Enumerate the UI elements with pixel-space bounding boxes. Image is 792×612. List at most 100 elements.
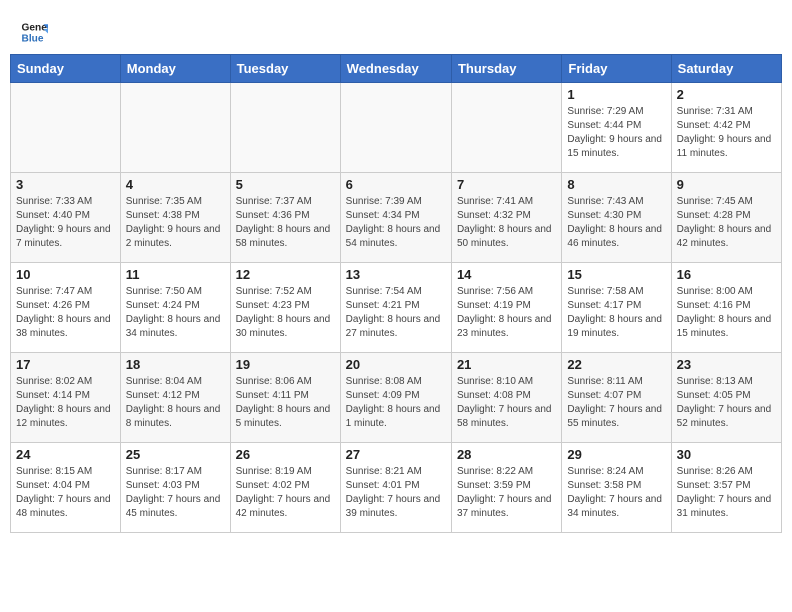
calendar-cell: 5 Sunrise: 7:37 AM Sunset: 4:36 PM Daylig… xyxy=(230,173,340,263)
day-number: 7 xyxy=(457,177,556,192)
calendar-cell: 8 Sunrise: 7:43 AM Sunset: 4:30 PM Daylig… xyxy=(562,173,671,263)
day-info: Sunrise: 7:37 AM Sunset: 4:36 PM Dayligh… xyxy=(236,195,335,251)
calendar-cell: 12 Sunrise: 7:52 AM Sunset: 4:23 PM Dayli… xyxy=(230,263,340,353)
logo-icon: General Blue xyxy=(20,18,48,46)
day-info: Sunrise: 8:17 AM Sunset: 4:03 PM Dayligh… xyxy=(126,465,225,521)
day-info: Sunrise: 8:24 AM Sunset: 3:58 PM Dayligh… xyxy=(567,465,665,521)
day-info: Sunrise: 7:33 AM Sunset: 4:40 PM Dayligh… xyxy=(16,195,115,251)
day-info: Sunrise: 8:00 AM Sunset: 4:16 PM Dayligh… xyxy=(677,285,776,341)
calendar-week-5: 24 Sunrise: 8:15 AM Sunset: 4:04 PM Dayli… xyxy=(11,443,782,533)
day-number: 11 xyxy=(126,267,225,282)
day-info: Sunrise: 8:10 AM Sunset: 4:08 PM Dayligh… xyxy=(457,375,556,431)
day-info: Sunrise: 7:52 AM Sunset: 4:23 PM Dayligh… xyxy=(236,285,335,341)
page-header: General Blue xyxy=(10,10,782,46)
day-info: Sunrise: 8:04 AM Sunset: 4:12 PM Dayligh… xyxy=(126,375,225,431)
day-info: Sunrise: 8:02 AM Sunset: 4:14 PM Dayligh… xyxy=(16,375,115,431)
calendar-cell: 25Sunrise: 8:17 AM Sunset: 4:03 PM Dayli… xyxy=(120,443,230,533)
calendar-cell xyxy=(230,83,340,173)
calendar-cell: 26 Sunrise: 8:19 AM Sunset: 4:02 PM Dayli… xyxy=(230,443,340,533)
calendar-cell: 29 Sunrise: 8:24 AM Sunset: 3:58 PM Dayli… xyxy=(562,443,671,533)
day-info: Sunrise: 7:31 AM Sunset: 4:42 PM Dayligh… xyxy=(677,105,776,161)
calendar-cell: 11 Sunrise: 7:50 AM Sunset: 4:24 PM Dayli… xyxy=(120,263,230,353)
day-number: 23 xyxy=(677,357,776,372)
logo: General Blue xyxy=(20,18,52,46)
day-info: Sunrise: 8:06 AM Sunset: 4:11 PM Dayligh… xyxy=(236,375,335,431)
svg-text:General: General xyxy=(22,22,48,33)
calendar-cell: 14 Sunrise: 7:56 AM Sunset: 4:19 PM Dayli… xyxy=(451,263,561,353)
day-info: Sunrise: 8:26 AM Sunset: 3:57 PM Dayligh… xyxy=(677,465,776,521)
svg-text:Blue: Blue xyxy=(22,33,44,44)
calendar-table: SundayMondayTuesdayWednesdayThursdayFrid… xyxy=(10,54,782,533)
calendar-header-row: SundayMondayTuesdayWednesdayThursdayFrid… xyxy=(11,55,782,83)
day-info: Sunrise: 7:47 AM Sunset: 4:26 PM Dayligh… xyxy=(16,285,115,341)
calendar-cell: 17 Sunrise: 8:02 AM Sunset: 4:14 PM Dayli… xyxy=(11,353,121,443)
day-number: 15 xyxy=(567,267,665,282)
day-info: Sunrise: 7:35 AM Sunset: 4:38 PM Dayligh… xyxy=(126,195,225,251)
calendar-cell xyxy=(340,83,451,173)
calendar-week-3: 10 Sunrise: 7:47 AM Sunset: 4:26 PM Dayli… xyxy=(11,263,782,353)
calendar-cell: 19Sunrise: 8:06 AM Sunset: 4:11 PM Dayli… xyxy=(230,353,340,443)
day-number: 5 xyxy=(236,177,335,192)
day-number: 16 xyxy=(677,267,776,282)
day-number: 1 xyxy=(567,87,665,102)
day-number: 30 xyxy=(677,447,776,462)
calendar-cell: 6 Sunrise: 7:39 AM Sunset: 4:34 PM Daylig… xyxy=(340,173,451,263)
day-number: 26 xyxy=(236,447,335,462)
calendar-cell: 24 Sunrise: 8:15 AM Sunset: 4:04 PM Dayli… xyxy=(11,443,121,533)
day-info: Sunrise: 7:50 AM Sunset: 4:24 PM Dayligh… xyxy=(126,285,225,341)
calendar-cell: 21 Sunrise: 8:10 AM Sunset: 4:08 PM Dayli… xyxy=(451,353,561,443)
day-number: 20 xyxy=(346,357,446,372)
day-header-wednesday: Wednesday xyxy=(340,55,451,83)
day-number: 12 xyxy=(236,267,335,282)
day-info: Sunrise: 8:13 AM Sunset: 4:05 PM Dayligh… xyxy=(677,375,776,431)
day-info: Sunrise: 8:15 AM Sunset: 4:04 PM Dayligh… xyxy=(16,465,115,521)
calendar-cell xyxy=(11,83,121,173)
day-info: Sunrise: 7:56 AM Sunset: 4:19 PM Dayligh… xyxy=(457,285,556,341)
day-number: 21 xyxy=(457,357,556,372)
calendar-cell xyxy=(451,83,561,173)
day-number: 24 xyxy=(16,447,115,462)
day-header-sunday: Sunday xyxy=(11,55,121,83)
day-number: 14 xyxy=(457,267,556,282)
day-info: Sunrise: 7:45 AM Sunset: 4:28 PM Dayligh… xyxy=(677,195,776,251)
day-number: 2 xyxy=(677,87,776,102)
calendar-cell: 23 Sunrise: 8:13 AM Sunset: 4:05 PM Dayli… xyxy=(671,353,781,443)
calendar-cell: 22Sunrise: 8:11 AM Sunset: 4:07 PM Dayli… xyxy=(562,353,671,443)
day-number: 3 xyxy=(16,177,115,192)
day-header-saturday: Saturday xyxy=(671,55,781,83)
day-info: Sunrise: 7:41 AM Sunset: 4:32 PM Dayligh… xyxy=(457,195,556,251)
day-info: Sunrise: 8:08 AM Sunset: 4:09 PM Dayligh… xyxy=(346,375,446,431)
calendar-week-1: 1 Sunrise: 7:29 AM Sunset: 4:44 PM Daylig… xyxy=(11,83,782,173)
calendar-cell: 13Sunrise: 7:54 AM Sunset: 4:21 PM Dayli… xyxy=(340,263,451,353)
day-number: 10 xyxy=(16,267,115,282)
day-number: 6 xyxy=(346,177,446,192)
calendar-cell: 4 Sunrise: 7:35 AM Sunset: 4:38 PM Daylig… xyxy=(120,173,230,263)
day-header-monday: Monday xyxy=(120,55,230,83)
calendar-week-4: 17 Sunrise: 8:02 AM Sunset: 4:14 PM Dayli… xyxy=(11,353,782,443)
calendar-cell: 28Sunrise: 8:22 AM Sunset: 3:59 PM Dayli… xyxy=(451,443,561,533)
day-number: 17 xyxy=(16,357,115,372)
calendar-cell: 30 Sunrise: 8:26 AM Sunset: 3:57 PM Dayli… xyxy=(671,443,781,533)
calendar-cell: 1 Sunrise: 7:29 AM Sunset: 4:44 PM Daylig… xyxy=(562,83,671,173)
day-info: Sunrise: 7:39 AM Sunset: 4:34 PM Dayligh… xyxy=(346,195,446,251)
calendar-cell: 10 Sunrise: 7:47 AM Sunset: 4:26 PM Dayli… xyxy=(11,263,121,353)
day-info: Sunrise: 7:58 AM Sunset: 4:17 PM Dayligh… xyxy=(567,285,665,341)
calendar-cell: 7 Sunrise: 7:41 AM Sunset: 4:32 PM Daylig… xyxy=(451,173,561,263)
day-info: Sunrise: 7:43 AM Sunset: 4:30 PM Dayligh… xyxy=(567,195,665,251)
day-number: 18 xyxy=(126,357,225,372)
day-info: Sunrise: 8:19 AM Sunset: 4:02 PM Dayligh… xyxy=(236,465,335,521)
day-number: 29 xyxy=(567,447,665,462)
day-header-thursday: Thursday xyxy=(451,55,561,83)
day-number: 8 xyxy=(567,177,665,192)
day-number: 22 xyxy=(567,357,665,372)
calendar-cell: 16 Sunrise: 8:00 AM Sunset: 4:16 PM Dayli… xyxy=(671,263,781,353)
day-header-friday: Friday xyxy=(562,55,671,83)
calendar-cell: 2 Sunrise: 7:31 AM Sunset: 4:42 PM Daylig… xyxy=(671,83,781,173)
day-info: Sunrise: 8:22 AM Sunset: 3:59 PM Dayligh… xyxy=(457,465,556,521)
day-info: Sunrise: 7:54 AM Sunset: 4:21 PM Dayligh… xyxy=(346,285,446,341)
calendar-cell: 27Sunrise: 8:21 AM Sunset: 4:01 PM Dayli… xyxy=(340,443,451,533)
day-info: Sunrise: 7:29 AM Sunset: 4:44 PM Dayligh… xyxy=(567,105,665,161)
day-number: 4 xyxy=(126,177,225,192)
calendar-cell xyxy=(120,83,230,173)
day-number: 27 xyxy=(346,447,446,462)
